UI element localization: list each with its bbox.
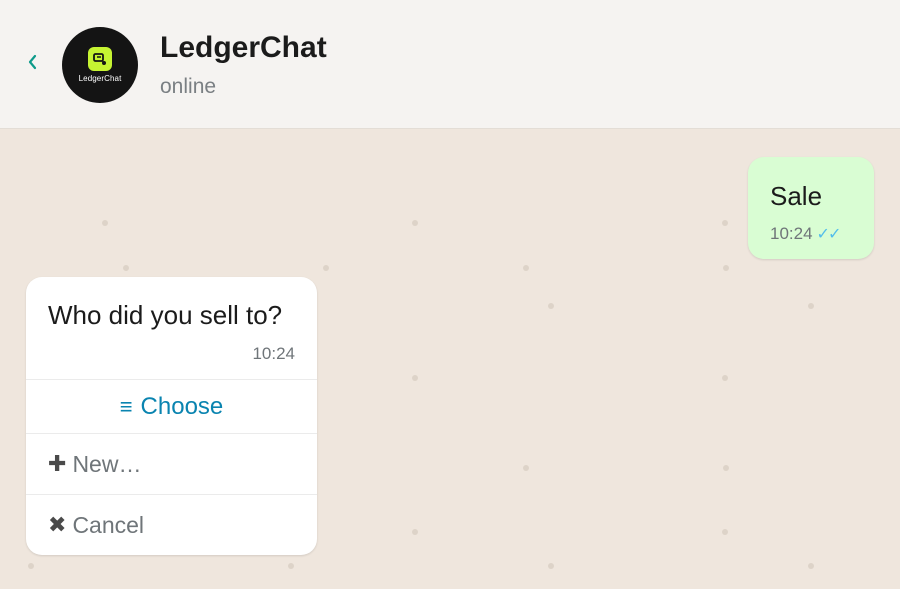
chat-header: LedgerChat LedgerChat online (0, 0, 900, 129)
outgoing-message[interactable]: Sale 10:24 ✓✓ (748, 157, 874, 259)
avatar[interactable]: LedgerChat (62, 27, 138, 103)
choose-label: Choose (140, 393, 224, 420)
wallpaper-dot (123, 265, 129, 271)
avatar-label: LedgerChat (78, 74, 122, 83)
cancel-option-button[interactable]: ✖ Cancel (26, 495, 317, 555)
incoming-message: Who did you sell to? 10:24 ≡ Choose ✚ Ne… (26, 277, 317, 555)
new-option-button[interactable]: ✚ New… (26, 434, 317, 494)
chevron-left-icon[interactable] (27, 54, 43, 82)
wallpaper-dot (722, 220, 728, 226)
contact-name: LedgerChat (160, 31, 327, 64)
option-label: New… (72, 450, 142, 477)
wallpaper-dot (412, 529, 418, 535)
wallpaper-dot (808, 303, 814, 309)
wallpaper-dot (412, 220, 418, 226)
wallpaper-dot (548, 303, 554, 309)
wallpaper-dot (722, 529, 728, 535)
message-text: Sale (770, 181, 823, 211)
wallpaper-dot (722, 375, 728, 381)
message-meta: 10:24 ✓✓ (770, 223, 842, 246)
read-receipt-icon: ✓✓ (816, 226, 842, 243)
wallpaper-dot (723, 265, 729, 271)
wallpaper-dot (28, 563, 34, 569)
wallpaper-dot (808, 563, 814, 569)
chat-screen: LedgerChat LedgerChat online Sale 10:24 ✓… (0, 0, 900, 589)
wallpaper-dot (102, 220, 108, 226)
cross-icon: ✖ (48, 512, 67, 537)
wallpaper-dot (548, 563, 554, 569)
wallpaper-dot (323, 265, 329, 271)
wallpaper-dot (523, 465, 529, 471)
option-label: Cancel (72, 511, 145, 538)
wallpaper-dot (723, 465, 729, 471)
choose-button[interactable]: ≡ Choose (26, 380, 317, 434)
contact-status: online (160, 75, 217, 98)
plus-icon: ✚ (48, 451, 67, 476)
wallpaper-dot (412, 375, 418, 381)
ledger-logo-icon (88, 47, 112, 71)
wallpaper-dot (288, 563, 294, 569)
list-menu-icon: ≡ (119, 394, 133, 419)
wallpaper-dot (523, 265, 529, 271)
message-time: 10:24 (770, 224, 813, 243)
message-text: Who did you sell to? (48, 300, 283, 330)
message-time: 10:24 (252, 344, 295, 363)
